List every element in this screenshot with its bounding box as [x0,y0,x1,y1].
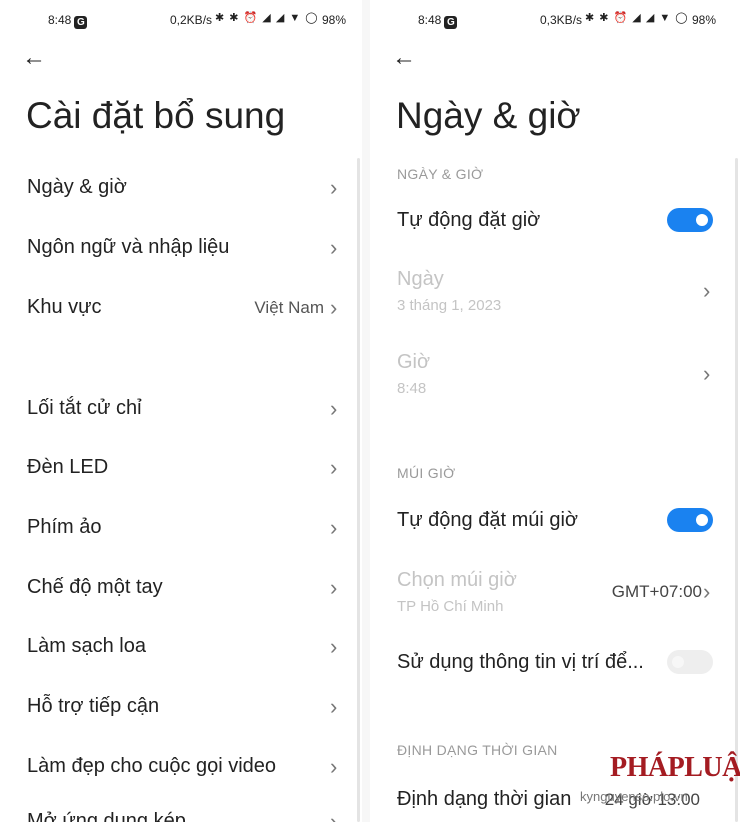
section-header-date-time: NGÀY & GIỜ [397,166,484,182]
menu-item-gesture-shortcuts[interactable]: Lối tắt cử chỉ › [0,393,362,425]
g-badge-icon: G [74,16,88,29]
chevron-right-icon: › [703,361,711,386]
toggle-knob [696,214,708,226]
chevron-right-icon: › [330,634,338,659]
network-speed: 0,2KB/s [170,13,213,27]
timezone-label: Chọn múi giờ [397,569,517,591]
auto-timezone-row[interactable]: Tự động đặt múi giờ [370,503,740,537]
date-label: Ngày [397,268,444,290]
menu-item-accessibility[interactable]: Hỗ trợ tiếp cận › [0,691,362,723]
date-value: 3 tháng 1, 2023 [397,297,502,314]
time-row: Giờ 8:48 › [370,349,740,401]
auto-timezone-label: Tự động đặt múi giờ [397,509,579,531]
timezone-value: GMT+07:00 [611,582,702,601]
menu-item-virtual-keys[interactable]: Phím ảo › [0,512,362,544]
chevron-right-icon: › [330,575,338,600]
toggle-knob [696,514,708,526]
auto-timezone-toggle[interactable] [667,508,713,532]
screen-divider [362,0,370,822]
menu-item-label: Mở ứng dụng kép [27,810,186,822]
scrollbar[interactable] [735,158,738,822]
watermark-logo: PHÁPLUẬT [610,752,740,783]
chevron-right-icon: › [330,694,338,719]
menu-item-led[interactable]: Đèn LED › [0,452,362,484]
section-header-timezone: MÚI GIỜ [397,465,456,481]
date-row: Ngày 3 tháng 1, 2023 › [370,266,740,318]
location-toggle[interactable] [667,650,713,674]
watermark-site: kynguyenso.plo.vn [580,789,688,804]
location-label: Sử dụng thông tin vị trí để... [397,651,644,673]
toggle-knob [672,656,684,668]
timezone-city: TP Hồ Chí Minh [397,598,504,615]
back-arrow-icon[interactable]: ← [392,44,422,72]
network-speed: 0,3KB/s [540,13,583,27]
time-value: 8:48 [397,380,427,397]
status-bar: 8:48 G 0,3KB/s ✱ ✱ ⏰ ◢ ◢ ▼ ◯ 98% [370,0,740,40]
chevron-right-icon: › [330,455,338,480]
battery-level: 98% [692,13,717,27]
g-badge-icon: G [444,16,458,29]
region-value: Việt Nam [254,298,324,317]
status-time: 8:48 G [418,13,458,29]
time-format-label: Định dạng thời gian [397,788,572,810]
chevron-right-icon: › [330,175,338,200]
menu-item-label: Ngày & giờ [27,176,127,198]
menu-item-dual-apps[interactable]: Mở ứng dụng kép › [0,806,362,822]
menu-item-label: Làm sạch loa [27,635,146,657]
menu-item-label: Làm đẹp cho cuộc gọi video [27,755,277,777]
menu-item-video-call-beauty[interactable]: Làm đẹp cho cuộc gọi video › [0,751,362,783]
auto-time-toggle[interactable] [667,208,713,232]
left-screen: 8:48 G 0,2KB/s ✱ ✱ ⏰ ◢ ◢ ▼ ◯ 98% ← Cài đặ… [0,0,362,822]
auto-time-label: Tự động đặt giờ [397,209,541,231]
menu-item-label: Lối tắt cử chỉ [27,397,142,419]
back-arrow-icon[interactable]: ← [22,44,52,72]
menu-item-label: Phím ảo [27,516,102,538]
status-icons: ✱ ✱ ⏰ ◢ ◢ ▼ ◯ [215,12,319,24]
chevron-right-icon: › [703,278,711,303]
menu-item-one-handed[interactable]: Chế độ một tay › [0,572,362,604]
chevron-right-icon: › [330,235,338,260]
location-row[interactable]: Sử dụng thông tin vị trí để... [370,645,740,679]
menu-item-label: Chế độ một tay [27,576,163,598]
page-title: Ngày & giờ [396,95,581,136]
scrollbar[interactable] [357,158,360,822]
menu-item-label: Ngôn ngữ và nhập liệu [27,236,230,258]
timezone-row: Chọn múi giờ TP Hồ Chí Minh GMT+07:00 › [370,567,740,619]
chevron-right-icon: › [330,809,338,822]
status-bar: 8:48 G 0,2KB/s ✱ ✱ ⏰ ◢ ◢ ▼ ◯ 98% [0,0,362,40]
menu-item-language[interactable]: Ngôn ngữ và nhập liệu › [0,232,362,264]
right-screen: 8:48 G 0,3KB/s ✱ ✱ ⏰ ◢ ◢ ▼ ◯ 98% ← Ngày &… [370,0,740,822]
menu-item-region[interactable]: Khu vực Việt Nam › [0,292,362,324]
menu-item-label: Đèn LED [27,456,109,478]
chevron-right-icon: › [703,579,711,604]
menu-item-date-time[interactable]: Ngày & giờ › [0,172,362,204]
page-title: Cài đặt bổ sung [26,95,286,136]
menu-item-label: Hỗ trợ tiếp cận [27,695,160,717]
chevron-right-icon: › [330,515,338,540]
menu-item-label: Khu vực [27,296,102,318]
status-icons: ✱ ✱ ⏰ ◢ ◢ ▼ ◯ [585,12,689,24]
time-label: Giờ [397,351,431,373]
chevron-right-icon: › [330,396,338,421]
battery-level: 98% [322,13,347,27]
auto-time-row[interactable]: Tự động đặt giờ [370,203,740,237]
menu-item-clean-speaker[interactable]: Làm sạch loa › [0,631,362,663]
status-time: 8:48 G [48,13,88,29]
chevron-right-icon: › [330,754,338,779]
section-header-time-format: ĐỊNH DẠNG THỜI GIAN [397,742,558,758]
chevron-right-icon: › [330,295,338,320]
